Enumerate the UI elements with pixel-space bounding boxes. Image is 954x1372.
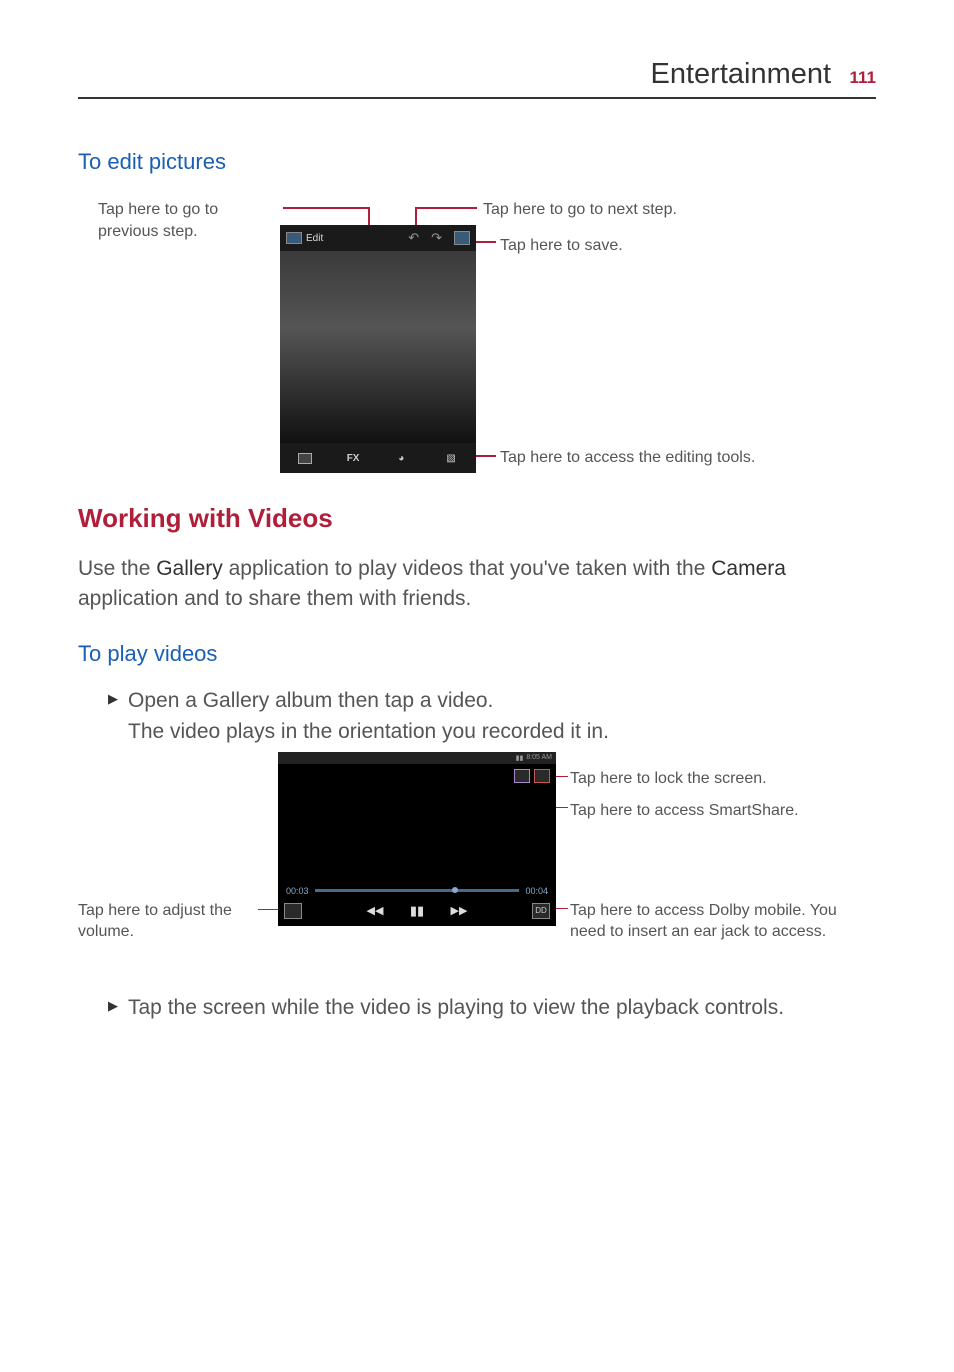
tool-crop-icon[interactable]: ▧ bbox=[443, 450, 459, 466]
step2-text: Tap the screen while the video is playin… bbox=[128, 992, 784, 1024]
edit-image-canvas bbox=[280, 251, 476, 443]
heading-edit-pictures: To edit pictures bbox=[78, 149, 876, 175]
edit-label: Edit bbox=[306, 233, 323, 244]
play-videos-step-2: ▶ Tap the screen while the video is play… bbox=[108, 992, 876, 1024]
signal-icon: ▮▮ bbox=[516, 754, 524, 762]
callout-editing-tools: Tap here to access the editing tools. bbox=[500, 447, 755, 469]
callout-volume: Tap here to adjust the volume. bbox=[78, 900, 258, 943]
volume-button[interactable] bbox=[284, 903, 302, 919]
edit-toolbar: FX ◕ ▧ bbox=[280, 443, 476, 473]
bullet-icon: ▶ bbox=[108, 998, 118, 1024]
elapsed-time: 00:03 bbox=[286, 886, 309, 896]
camera-app-name: Camera bbox=[711, 557, 786, 580]
save-icon[interactable] bbox=[454, 231, 470, 245]
status-time: 8:05 AM bbox=[526, 754, 552, 761]
dolby-button[interactable]: DD bbox=[532, 903, 550, 919]
smartshare-icon[interactable] bbox=[514, 769, 530, 783]
figure-video-player: Tap here to lock the screen. Tap here to… bbox=[78, 752, 876, 982]
redo-icon[interactable]: ↷ bbox=[431, 230, 442, 246]
step1-line1: Open a Gallery album then tap a video. bbox=[128, 685, 609, 717]
forward-icon[interactable]: ▶▶ bbox=[449, 902, 469, 920]
callout-lock-screen: Tap here to lock the screen. bbox=[570, 768, 767, 790]
lock-screen-icon[interactable] bbox=[534, 769, 550, 783]
tool-color-icon[interactable]: ◕ bbox=[393, 450, 409, 466]
callout-next-step: Tap here to go to next step. bbox=[483, 199, 677, 221]
status-bar: ▮▮ 8:05 AM bbox=[278, 752, 556, 764]
header-title: Entertainment bbox=[651, 58, 832, 90]
tool-adjust-icon[interactable] bbox=[297, 450, 313, 466]
pause-icon[interactable]: ▮▮ bbox=[407, 902, 427, 920]
header-page-number: 111 bbox=[850, 68, 877, 87]
edit-topbar: Edit ↶ ↷ bbox=[280, 225, 476, 251]
undo-icon[interactable]: ↶ bbox=[408, 230, 419, 246]
tool-fx-icon[interactable]: FX bbox=[347, 453, 360, 464]
playback-controls: ◀◀ ▮▮ ▶▶ DD bbox=[284, 900, 550, 922]
video-player-screenshot: ▮▮ 8:05 AM 00:03 00:04 ◀◀ ▮▮ ▶▶ DD bbox=[278, 752, 556, 926]
callout-prev-step: Tap here to go to previous step. bbox=[98, 199, 278, 242]
edit-mode-badge: Edit bbox=[286, 232, 323, 244]
callout-dolby: Tap here to access Dolby mobile. You nee… bbox=[570, 900, 840, 943]
step1-line2: The video plays in the orientation you r… bbox=[128, 716, 609, 748]
heading-working-with-videos: Working with Videos bbox=[78, 503, 876, 534]
bullet-icon: ▶ bbox=[108, 691, 118, 748]
edit-screenshot: Edit ↶ ↷ FX ◕ ▧ bbox=[280, 225, 476, 473]
seek-bar[interactable] bbox=[315, 889, 520, 892]
seek-row: 00:03 00:04 bbox=[286, 886, 548, 896]
callout-smartshare: Tap here to access SmartShare. bbox=[570, 800, 799, 822]
gallery-app-name: Gallery bbox=[156, 557, 223, 580]
working-videos-body: Use the Gallery application to play vide… bbox=[78, 554, 876, 615]
play-videos-step-1: ▶ Open a Gallery album then tap a video.… bbox=[108, 685, 876, 748]
heading-to-play-videos: To play videos bbox=[78, 641, 876, 667]
page-header: Entertainment 111 bbox=[78, 58, 876, 99]
rewind-icon[interactable]: ◀◀ bbox=[365, 902, 385, 920]
figure-edit-pictures: Tap here to go to previous step. Tap her… bbox=[78, 193, 876, 473]
callout-save: Tap here to save. bbox=[500, 235, 623, 257]
total-time: 00:04 bbox=[525, 886, 548, 896]
